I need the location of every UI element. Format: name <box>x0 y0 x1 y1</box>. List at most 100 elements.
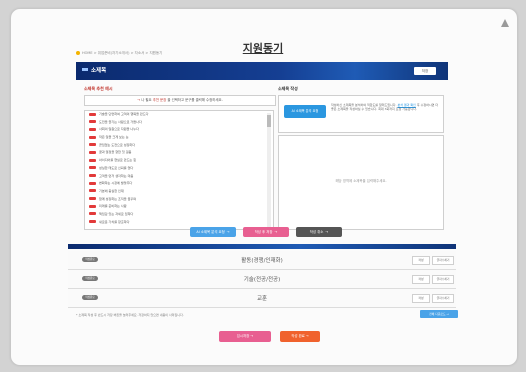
example-list: 기술을 단련하여 고객의 행복을 만드다도전을 즐기는 사람으로 거듭나다사회의… <box>84 110 274 230</box>
arrow-right-icon: → <box>249 334 254 338</box>
list-item[interactable]: 끊임없는 도전으로 성장하다 <box>85 142 273 150</box>
list-item-label: 미래를 준비하는 사람 <box>99 204 127 209</box>
section-divider <box>68 244 456 249</box>
banner-title: 소제목 <box>91 68 107 74</box>
right-section-heading: 소제목 작성 <box>278 86 298 91</box>
notice-suffix: 을 선택하고 문구를 클릭해 수정하세요. <box>166 98 223 102</box>
download-button[interactable]: 전체 다운로드 → <box>420 310 458 318</box>
list-item[interactable]: 함께 성장하는 조직을 꿈꾸며 <box>85 196 273 204</box>
list-item-label: 책임감 있는 자세로 임하다 <box>99 211 134 216</box>
save-write-label: 작성 후 저장 <box>254 230 273 234</box>
list-item-label: 기본에 충실한 인재 <box>99 188 124 193</box>
list-item[interactable]: 고객을 먼저 생각하는 마음 <box>85 173 273 181</box>
write-button[interactable]: 작성 <box>412 256 430 265</box>
list-item-badge <box>89 181 96 185</box>
category-row: 작성완료 교훈 작성 글자수세기 <box>68 289 456 308</box>
editor-placeholder: 해당 영역에 소제목을 입력해주세요. <box>335 179 387 183</box>
analyze-request-button[interactable]: AI 소제목 분석 요청 → <box>190 227 236 237</box>
breadcrumb: HOME > 취업준비(자기소개서) > 자소서 > 지원동기 <box>76 51 162 56</box>
banner-tag-icon <box>82 68 88 71</box>
category-label: 교훈 <box>256 296 268 302</box>
list-item-label: 함께 성장하는 조직을 꿈꾸며 <box>99 196 137 201</box>
list-item-label: 성실한 태도로 신뢰를 얻다 <box>99 165 134 170</box>
left-section-heading: 소제목 추천 예시 <box>84 86 113 91</box>
list-scrollbar[interactable] <box>267 113 271 227</box>
list-item[interactable]: 도전을 즐기는 사람으로 거듭나다 <box>85 119 273 127</box>
list-item-badge <box>89 112 96 116</box>
arrow-right-icon: → <box>274 230 278 234</box>
list-item-label: 기술을 단련하여 고객의 행복을 만드다 <box>99 112 149 116</box>
list-item-label: 새로운 가치를 창출하다 <box>99 219 130 224</box>
list-item-label: 끊임없는 도전으로 성장하다 <box>99 142 136 147</box>
list-item[interactable]: 꿈과 열정을 향한 첫 걸음 <box>85 149 273 157</box>
list-item[interactable]: 기술을 단련하여 고객의 행복을 만드다 <box>85 111 273 119</box>
scroll-up-icon[interactable] <box>501 19 509 27</box>
temp-save-label: 임시저장 <box>236 334 250 338</box>
list-scroll-thumb[interactable] <box>267 115 271 127</box>
arrow-right-icon: → <box>304 334 309 338</box>
list-item-label: 사회의 일원으로 자원을 나누다 <box>99 127 139 132</box>
arrow-right-icon: → <box>325 230 329 234</box>
notice-highlight: 추천 문장 <box>152 98 167 102</box>
list-item-badge <box>89 204 96 208</box>
list-item-badge <box>89 197 96 201</box>
cancel-write-label: 작성 취소 <box>309 230 324 234</box>
list-item[interactable]: 책임감 있는 자세로 임하다 <box>85 211 273 219</box>
list-item-badge <box>89 220 96 224</box>
list-item[interactable]: 미래를 준비하는 사람 <box>85 203 273 211</box>
download-label: 전체 다운로드 <box>429 312 446 316</box>
category-row: 작성완료 활동(경쟁/인재화) 작성 글자수세기 <box>68 251 456 270</box>
list-item-badge <box>89 174 96 177</box>
arrow-right-icon: → <box>137 98 141 102</box>
footnote: * 소제목 작성 후 반드시 저장 버튼을 눌러주세요. 저장하지 않으면 내용… <box>76 313 184 317</box>
list-item-badge <box>89 120 96 124</box>
ai-analyze-button[interactable]: AI 소제목 분석 요청 <box>284 105 326 118</box>
arrow-right-icon: → <box>226 230 230 234</box>
count-button[interactable]: 글자수세기 <box>432 275 454 284</box>
list-item-badge <box>89 189 96 193</box>
list-item[interactable]: 기본에 충실한 인재 <box>85 188 273 196</box>
analyze-info: 작성하신 소제목을 분석하여 적합도를 알려드립니다. 분석 결과 확인 후 수… <box>331 103 439 112</box>
list-item-badge <box>89 166 96 170</box>
submit-button[interactable]: 작성 완료 → <box>280 331 320 342</box>
banner-save-button[interactable]: 저장 <box>414 67 436 75</box>
list-item-badge <box>89 158 96 162</box>
section-banner: 소제목 저장 <box>76 62 448 80</box>
submit-label: 작성 완료 <box>291 334 305 338</box>
list-item-label: 작은 일을 크게 보는 눈 <box>99 135 129 140</box>
list-item-badge <box>89 127 96 131</box>
temp-save-button[interactable]: 임시저장 → <box>219 331 271 342</box>
list-item[interactable]: 작은 일을 크게 보는 눈 <box>85 134 273 142</box>
list-item[interactable]: 새로운 가치를 창출하다 <box>85 219 273 227</box>
list-item-label: 변화하는 시장에 발맞추다 <box>99 181 133 186</box>
list-item[interactable]: 사회의 일원으로 자원을 나누다 <box>85 126 273 134</box>
analyze-request-label: AI 소제목 분석 요청 <box>196 230 225 234</box>
list-item[interactable]: 아이디어를 현실로 만드는 힘 <box>85 157 273 165</box>
breadcrumb-text: HOME > 취업준비(자기소개서) > 자소서 > 지원동기 <box>82 51 163 55</box>
count-button[interactable]: 글자수세기 <box>432 294 454 303</box>
category-row: 작성완료 기술(전공/전공) 작성 글자수세기 <box>68 270 456 289</box>
list-item-label: 아이디어를 현실로 만드는 힘 <box>99 158 137 163</box>
cancel-write-button[interactable]: 작성 취소 → <box>296 227 342 237</box>
notice-prefix: 나 필요 <box>141 98 152 102</box>
list-item[interactable]: 성실한 태도로 신뢰를 얻다 <box>85 165 273 173</box>
list-item-label: 꿈과 열정을 향한 첫 걸음 <box>99 150 132 155</box>
list-item-badge <box>89 135 96 139</box>
subtitle-editor[interactable]: 해당 영역에 소제목을 입력해주세요. <box>278 135 444 230</box>
write-button[interactable]: 작성 <box>412 275 430 284</box>
list-item[interactable]: 변화하는 시장에 발맞추다 <box>85 180 273 188</box>
home-icon <box>76 51 80 55</box>
arrow-right-icon: → <box>446 312 449 316</box>
list-item-badge <box>89 212 96 216</box>
write-button[interactable]: 작성 <box>412 294 430 303</box>
list-item-badge <box>89 150 96 154</box>
category-label: 활동(경쟁/인재화) <box>241 258 283 264</box>
analyze-box: AI 소제목 분석 요청 작성하신 소제목을 분석하여 적합도를 알려드립니다.… <box>278 95 444 133</box>
category-label: 기술(전공/전공) <box>243 277 281 283</box>
count-button[interactable]: 글자수세기 <box>432 256 454 265</box>
list-item-label: 도전을 즐기는 사람으로 거듭나다 <box>99 119 142 124</box>
recommend-notice: → 나 필요 추천 문장 을 선택하고 문구를 클릭해 수정하세요. <box>84 95 276 106</box>
list-item-label: 고객을 먼저 생각하는 마음 <box>99 173 134 178</box>
list-item-badge <box>89 143 96 147</box>
save-write-button[interactable]: 작성 후 저장 → <box>243 227 289 237</box>
